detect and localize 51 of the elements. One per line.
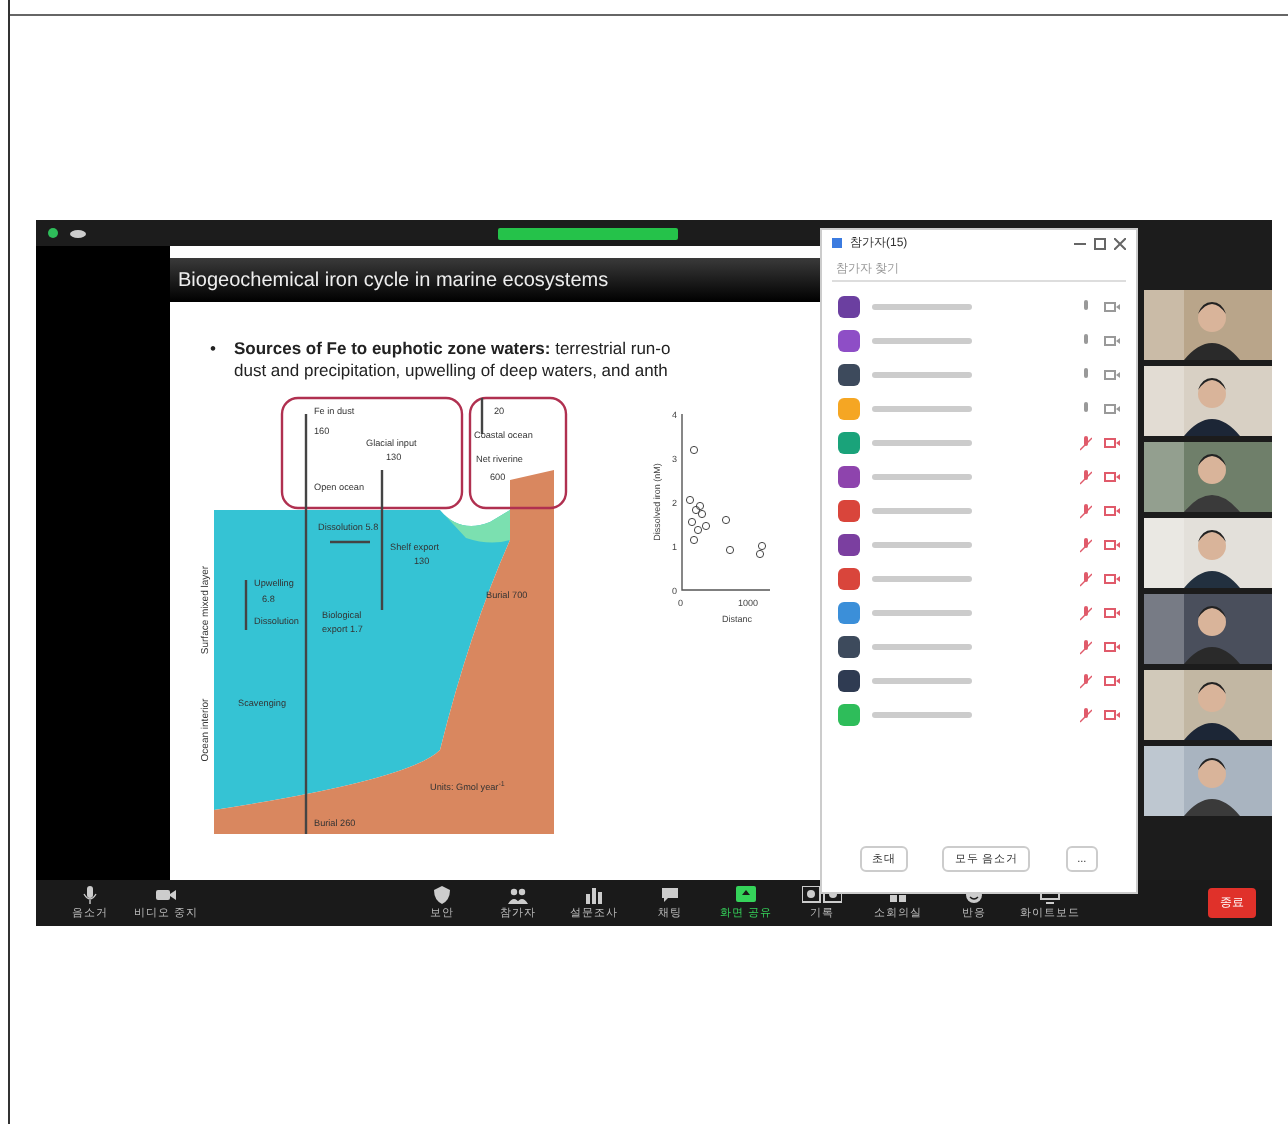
- blurred-name: [872, 712, 972, 718]
- muted-microphone-icon: [1080, 435, 1092, 451]
- blurred-name: [872, 678, 972, 684]
- muted-microphone-icon: [1080, 639, 1092, 655]
- camera-icon: [1104, 608, 1120, 618]
- blurred-name: [872, 406, 972, 412]
- camera-icon: [1104, 370, 1120, 380]
- camera-icon: [1104, 710, 1120, 720]
- blurred-name: [872, 576, 972, 582]
- bullet-text: Sources of Fe to euphotic zone waters: terrestrial run-o: [234, 338, 671, 360]
- minimize-icon[interactable]: [1074, 237, 1086, 249]
- microphone-icon: [80, 886, 100, 904]
- blurred-name: [872, 304, 972, 310]
- blurred-name: [872, 474, 972, 480]
- camera-icon: [1104, 540, 1120, 550]
- camera-icon: [1104, 438, 1120, 448]
- camera-icon: [1104, 506, 1120, 516]
- microphone-icon: [1080, 367, 1092, 383]
- scatter-points-drawing: [685, 445, 767, 559]
- bullet-text: dust and precipitation, upwelling of deep waters, and anth: [234, 360, 668, 382]
- camera-icon: [1104, 302, 1120, 312]
- share-screen-icon: [736, 886, 756, 904]
- blurred-name: [872, 508, 972, 514]
- blurred-name: [872, 440, 972, 446]
- muted-microphone-icon: [1080, 503, 1092, 519]
- camera-icon: [1104, 642, 1120, 652]
- camera-icon: [1104, 404, 1120, 414]
- microphone-icon: [1080, 333, 1092, 349]
- muted-microphone-icon: [1080, 537, 1092, 553]
- muted-microphone-icon: [1080, 605, 1092, 621]
- blurred-name: [872, 610, 972, 616]
- maximize-icon[interactable]: [1094, 237, 1106, 249]
- close-icon[interactable]: [1114, 237, 1126, 249]
- chat-icon: [660, 886, 680, 904]
- blurred-name: [872, 542, 972, 548]
- camera-icon: [1104, 676, 1120, 686]
- microphone-icon: [1080, 299, 1092, 315]
- camera-icon: [156, 886, 176, 904]
- bar-chart-icon: [584, 886, 604, 904]
- camera-icon: [1104, 472, 1120, 482]
- blurred-name: [872, 338, 972, 344]
- muted-microphone-icon: [1080, 469, 1092, 485]
- blurred-name: [872, 372, 972, 378]
- muted-microphone-icon: [1080, 673, 1092, 689]
- bullet-mark: •: [210, 338, 218, 360]
- camera-icon: [1104, 336, 1120, 346]
- muted-microphone-icon: [1080, 571, 1092, 587]
- blurred-name: [872, 644, 972, 650]
- microphone-icon: [1080, 401, 1092, 417]
- muted-microphone-icon: [1080, 707, 1092, 723]
- camera-icon: [1104, 574, 1120, 584]
